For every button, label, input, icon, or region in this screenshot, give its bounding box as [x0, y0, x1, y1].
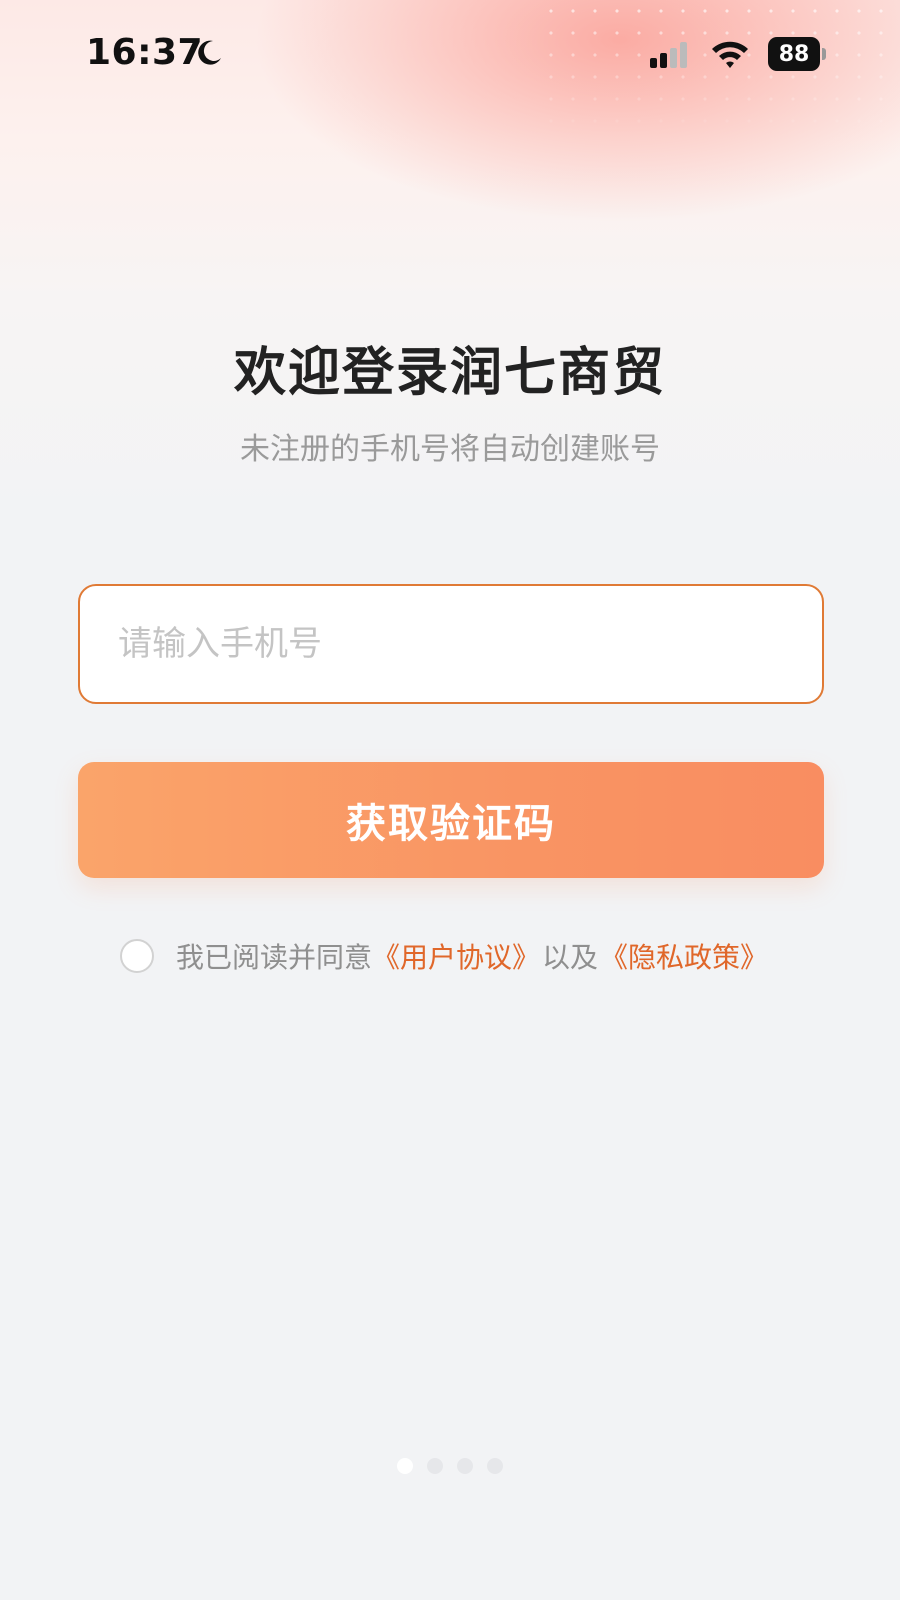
user-agreement-link[interactable]: 《用户协议》: [372, 936, 540, 976]
page-indicator: [0, 1458, 900, 1478]
page-dot: [427, 1458, 443, 1474]
page-title: 欢迎登录润七商贸: [233, 343, 666, 403]
page-dot: [397, 1458, 413, 1474]
page-subtitle: 未注册的手机号将自动创建账号: [240, 432, 660, 467]
battery-cap: [822, 48, 826, 60]
moon-icon: [198, 40, 221, 65]
signal-icon: [650, 42, 687, 68]
battery-level: 88: [768, 37, 820, 71]
agreement-prefix: 我已阅读并同意: [176, 941, 373, 974]
agreement-row: 我已阅读并同意 《用户协议》 以及 《隐私政策》: [120, 936, 768, 976]
privacy-policy-link[interactable]: 《隐私政策》: [600, 936, 768, 976]
get-verification-code-button[interactable]: 获取验证码: [78, 762, 824, 878]
battery-icon: 88: [768, 37, 826, 71]
agreement-conjunction: 以及: [542, 941, 599, 974]
wifi-icon: [712, 41, 748, 68]
page-dot: [487, 1458, 503, 1474]
agreement-checkbox[interactable]: [120, 939, 154, 973]
status-bar: 16:37 88: [0, 0, 900, 110]
status-time: 16:37: [86, 32, 204, 73]
phone-number-input[interactable]: [78, 584, 824, 704]
page-dot: [457, 1458, 473, 1474]
